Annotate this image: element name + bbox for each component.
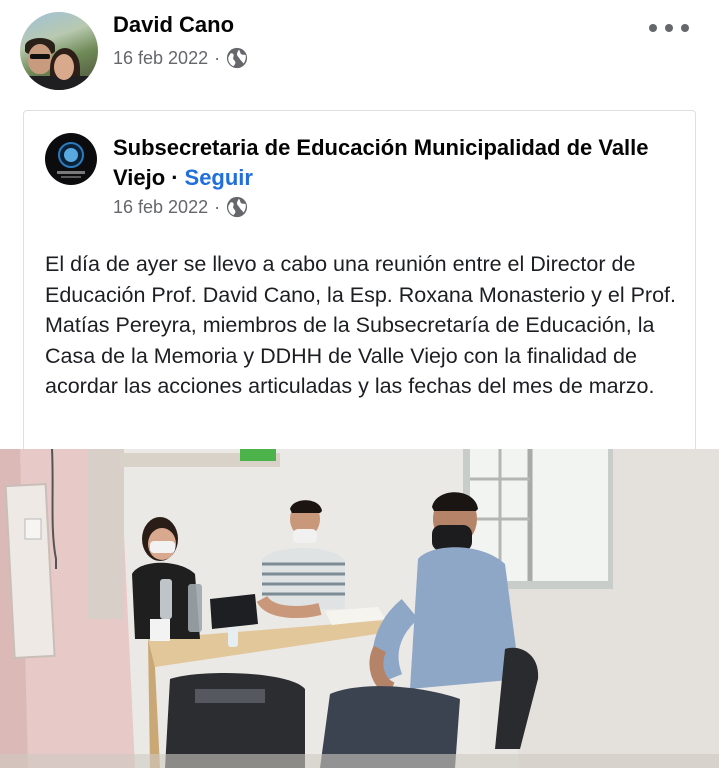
post-meta: 16 feb 2022 ·	[113, 47, 248, 69]
follow-separator: ·	[171, 165, 179, 190]
author-name[interactable]: David Cano	[113, 12, 234, 38]
globe-icon[interactable]	[226, 47, 248, 69]
avatar-person2-face	[54, 54, 74, 80]
shared-post-meta: 16 feb 2022 ·	[113, 196, 248, 218]
post-header: David Cano 16 feb 2022 ·	[0, 0, 719, 100]
globe-icon[interactable]	[226, 196, 248, 218]
more-dot	[681, 24, 689, 32]
post-date[interactable]: 16 feb 2022	[113, 48, 208, 69]
avatar-person-face	[28, 44, 52, 74]
page-logo[interactable]	[45, 133, 97, 185]
post-photo[interactable]	[0, 449, 719, 768]
meta-separator: ·	[214, 47, 221, 68]
more-dot	[665, 24, 673, 32]
author-avatar[interactable]	[20, 12, 98, 90]
meeting-photo-illustration	[0, 449, 719, 768]
avatar-sunglasses	[30, 54, 50, 59]
follow-button[interactable]: Seguir	[185, 165, 253, 190]
meta-separator: ·	[214, 196, 221, 217]
shared-post-card: Subsecretaria de Educación Municipalidad…	[23, 110, 696, 455]
logo-emblem	[64, 148, 78, 162]
page-title: Subsecretaria de Educación Municipalidad…	[113, 133, 673, 193]
more-dot	[649, 24, 657, 32]
more-options-icon[interactable]	[649, 20, 689, 36]
logo-text-bar	[57, 171, 85, 174]
post-text: El día de ayer se llevo a cabo una reuni…	[45, 252, 676, 398]
logo-text-bar	[61, 176, 81, 178]
shared-post-date[interactable]: 16 feb 2022	[113, 197, 208, 218]
